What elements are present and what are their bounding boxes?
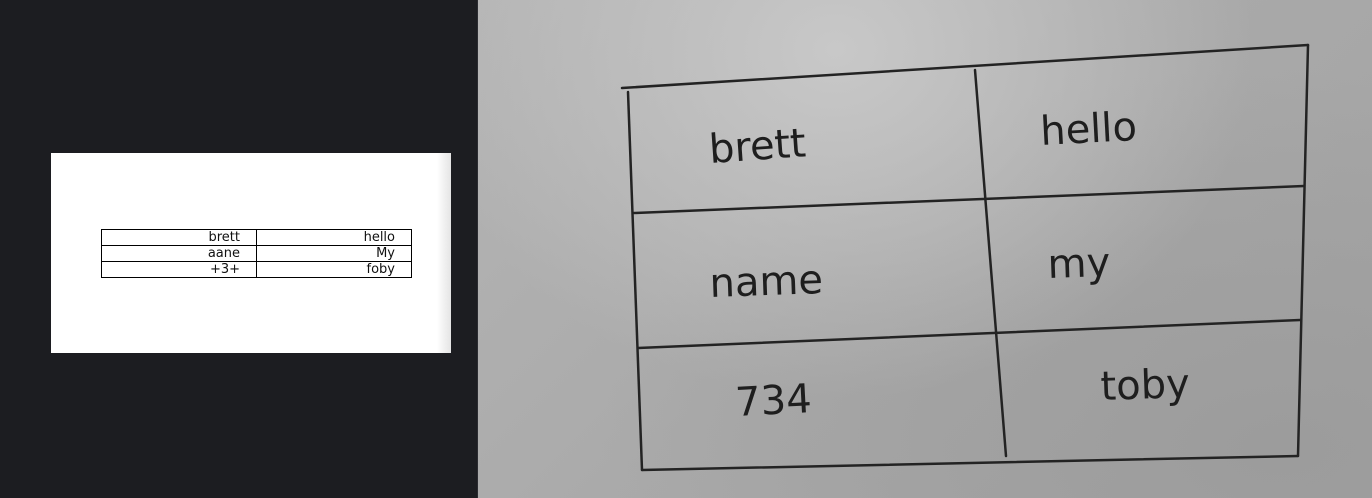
handwritten-cell: name [709,257,824,307]
hand-drawn-grid [620,43,1310,472]
handwritten-cell: brett [707,120,807,173]
ocr-result-table: brett hello aane My +3+ foby [101,229,412,278]
table-row: +3+ foby [101,261,412,278]
ocr-result-preview: brett hello aane My +3+ foby [51,153,451,353]
grid-right-line [1296,43,1310,458]
table-cell: hello [256,229,412,246]
handwritten-table-photo: brett hello name my 734 toby [620,43,1310,472]
table-cell: aane [101,245,257,262]
source-photo: brett hello name my 734 toby [478,0,1372,498]
handwritten-cell: my [1047,240,1111,288]
grid-row-line-2 [636,318,1302,350]
grid-row-line-1 [632,184,1306,215]
grid-middle-line [973,68,1008,458]
handwritten-cells: brett hello name my 734 toby [707,104,1190,426]
handwritten-cell: 734 [734,376,813,426]
table-cell: brett [101,229,257,246]
ocr-result-pane: brett hello aane My +3+ foby [0,0,477,498]
table-row: brett hello [101,229,412,246]
grid-top-line [620,43,1310,90]
handwritten-cell: toby [1100,361,1191,410]
table-cell: +3+ [101,261,257,278]
grid-bottom-line [640,454,1300,472]
table-row: aane My [101,245,412,262]
handwritten-cell: hello [1039,104,1138,155]
grid-left-line [626,90,644,472]
table-cell: My [256,245,412,262]
table-cell: foby [256,261,412,278]
